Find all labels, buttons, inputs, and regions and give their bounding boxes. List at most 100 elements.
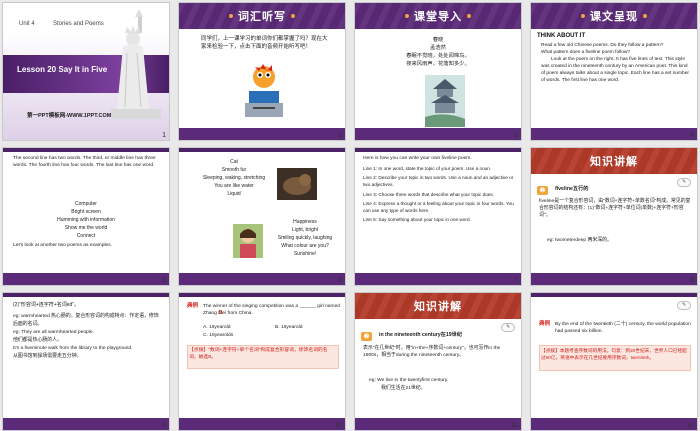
intro-line: Here is how you can write your own fivel… xyxy=(363,156,472,161)
statue-of-liberty-icon xyxy=(111,9,161,119)
slide-number: 5 xyxy=(162,277,166,284)
slide-top-band xyxy=(179,293,345,297)
point-title: fiveline五行的 xyxy=(555,186,589,192)
step-line: Line 1: In one word, state the topic of … xyxy=(363,166,492,171)
slide-number: 12 xyxy=(686,422,694,429)
tag-badge: ✎ xyxy=(676,301,691,310)
step-line: Line 3: Choose three words that describe… xyxy=(363,191,495,197)
slide-body: Read a few old Chinese poems. Do they fo… xyxy=(541,42,691,84)
tag-badge: ✎ xyxy=(500,323,515,332)
example-label: 典例 xyxy=(539,321,551,327)
slide-title: 知识讲解 xyxy=(590,156,638,168)
poem-line: 孟浩然 xyxy=(430,45,446,51)
poem-line: 春眠不觉晓，处处闻啼鸟。 xyxy=(406,53,470,59)
poem-line: Light, bright xyxy=(291,227,319,233)
step-line: Line 4: Express a thought or a feeling a… xyxy=(363,200,514,214)
slide-number: 3 xyxy=(514,132,518,139)
answer: B xyxy=(219,310,223,316)
question: The winner of the singing competition wa… xyxy=(203,304,341,317)
poem-line: Bright screen xyxy=(71,209,101,215)
header-dot-icon xyxy=(467,14,471,18)
slide-footer xyxy=(179,418,345,430)
slide-footer xyxy=(179,128,345,140)
body-line: 他们都是热心肠的人。 xyxy=(13,338,62,343)
slide-footer xyxy=(531,418,697,430)
slide-header: 知识讲解 xyxy=(531,148,697,174)
slide-thumbnail-1[interactable]: Unit 4 Stories and Poems Lesson 20 Say I… xyxy=(2,2,170,141)
poem-line: Sleeping, waking, stretching xyxy=(202,175,266,181)
poem-line: You are like water xyxy=(214,183,254,189)
slide-number: 4 xyxy=(690,132,694,139)
example-line: eg: twometerdeep 两米深的。 xyxy=(547,238,612,243)
slide-title: 知识讲解 xyxy=(414,301,462,313)
slide-number: 9 xyxy=(162,422,166,429)
poem-line: Sunshine! xyxy=(293,251,317,257)
body-line: eg: They are all warmhearted people. xyxy=(13,330,94,335)
slide-thumbnail-12[interactable]: ✎ 典例 By the end of the twentieth (二十) ce… xyxy=(530,292,698,431)
example-line: eg: We live in the twentyfirst century. xyxy=(369,378,449,383)
question: By the end of the twentieth (二十) century… xyxy=(555,322,691,335)
happy-girl-photo-icon xyxy=(233,224,263,258)
step-line: Line 5: Say something about your topic i… xyxy=(363,217,471,223)
slide-thumbnail-7[interactable]: Here is how you can write your own fivel… xyxy=(354,147,522,286)
option-c: C. 16yearolds xyxy=(203,333,234,338)
poem-line: Computer xyxy=(75,201,97,207)
slide-number: 10 xyxy=(334,422,342,429)
slide-sorter-grid: Unit 4 Stories and Poems Lesson 20 Say I… xyxy=(0,0,700,431)
poem: Computer Bright screen Humming with info… xyxy=(3,200,169,240)
slide-header: 词汇听写 xyxy=(179,3,345,29)
slide-header: 课文呈现 xyxy=(531,3,697,29)
tip-text: 【点拨】本题考查序数词的用法。句意：到20世纪末，世界人口已经超过60亿。英语中… xyxy=(541,348,687,360)
slide-footer xyxy=(531,273,697,285)
cat-photo-icon xyxy=(277,168,317,200)
body-line: eg: warmhearted 热心肠的。复合形容词的构成特点：作定语，修饰后面… xyxy=(13,314,159,327)
slide-thumbnail-2[interactable]: 词汇听写 同学们，上一课学习的单词你们都掌握了吗？现在大家来检验一下，点击下面的… xyxy=(178,2,346,141)
slide-number: 11 xyxy=(510,422,518,429)
slide-footer xyxy=(355,273,521,285)
slide-thumbnail-4[interactable]: 课文呈现 THINK ABOUT IT Read a few old Chine… xyxy=(530,2,698,141)
slide-thumbnail-8[interactable]: 知识讲解 ✎ ➊ fiveline五行的 fiveline是一个复合形容词，由"… xyxy=(530,147,698,286)
slide-top-band xyxy=(179,148,345,152)
slide-footer xyxy=(355,128,521,140)
unit-label: Unit 4 xyxy=(19,21,35,27)
slide-header: 知识讲解 xyxy=(355,293,521,319)
slide-thumbnail-9[interactable]: (2)"形容词+连字符+名词ed"。 eg: warmhearted 热心肠的。… xyxy=(2,292,170,431)
dictation-cartoon-icon xyxy=(245,64,283,117)
option-a: A. 16yearold xyxy=(203,325,231,330)
slide-body: fiveline是一个复合形容词，由"数词+连字符+单数名词"构成。常见的复合形… xyxy=(539,199,691,219)
body-line: 从图书馆到操场需要走五分钟。 xyxy=(13,354,82,359)
body-line: It's a fiveminute walk from the library … xyxy=(13,346,133,351)
slide-number: 2 xyxy=(338,132,342,139)
site-label: 第一PPT模板网-WWW.1PPT.COM xyxy=(27,113,112,119)
poem-line: 夜来风雨声，花落知多少。 xyxy=(406,61,470,67)
poem-happiness: Happiness Light, bright Smiling quickly,… xyxy=(267,218,343,258)
slide-body: The second line has two words. The third… xyxy=(13,156,156,168)
slide-thumbnail-11[interactable]: 知识讲解 ✎ ➋ in the nineteenth century在19世纪 … xyxy=(354,292,522,431)
slide-thumbnail-10[interactable]: 典例 The winner of the singing competition… xyxy=(178,292,346,431)
slide-number: 1 xyxy=(162,132,166,139)
slide-top-band xyxy=(3,293,169,297)
slide-thumbnail-6[interactable]: Cat Smooth fur Sleeping, waking, stretch… xyxy=(178,147,346,286)
poem-line: Cat xyxy=(230,159,238,165)
example-label: 典例 xyxy=(187,303,199,309)
unit-title: Stories and Poems xyxy=(53,21,104,27)
slide-thumbnail-3[interactable]: 课堂导入 春晓 孟浩然 春眠不觉晓，处处闻啼鸟。 夜来风雨声，花落知多少。 3 xyxy=(354,2,522,141)
option-b: B. 16yearold xyxy=(275,325,303,330)
poem-line: Smiling quickly, laughing xyxy=(277,235,333,241)
rule-line: (2)"形容词+连字符+名词ed"。 xyxy=(13,302,80,308)
slide-body: 表示"在几世纪"时，用"in+the+序数词+century"。也可写作in t… xyxy=(363,346,501,359)
poem-line: Smooth fur xyxy=(221,167,247,173)
header-dot-icon xyxy=(291,14,295,18)
tag-badge: ✎ xyxy=(676,178,691,187)
slide-footer xyxy=(355,418,521,430)
poem-line: Happiness xyxy=(293,219,317,225)
step-line: Line 2: Describe your topic in two words… xyxy=(363,175,514,188)
point-badge: ➊ xyxy=(537,186,549,195)
header-dot-icon xyxy=(643,14,647,18)
poem-cat: Cat Smooth fur Sleeping, waking, stretch… xyxy=(199,158,269,198)
slide-title: 词汇听写 xyxy=(238,11,286,23)
slide-thumbnail-5[interactable]: The second line has two words. The third… xyxy=(2,147,170,286)
point-badge: ➋ xyxy=(361,332,373,341)
slide-footer xyxy=(3,273,169,285)
poem-line: 春晓 xyxy=(432,37,444,43)
